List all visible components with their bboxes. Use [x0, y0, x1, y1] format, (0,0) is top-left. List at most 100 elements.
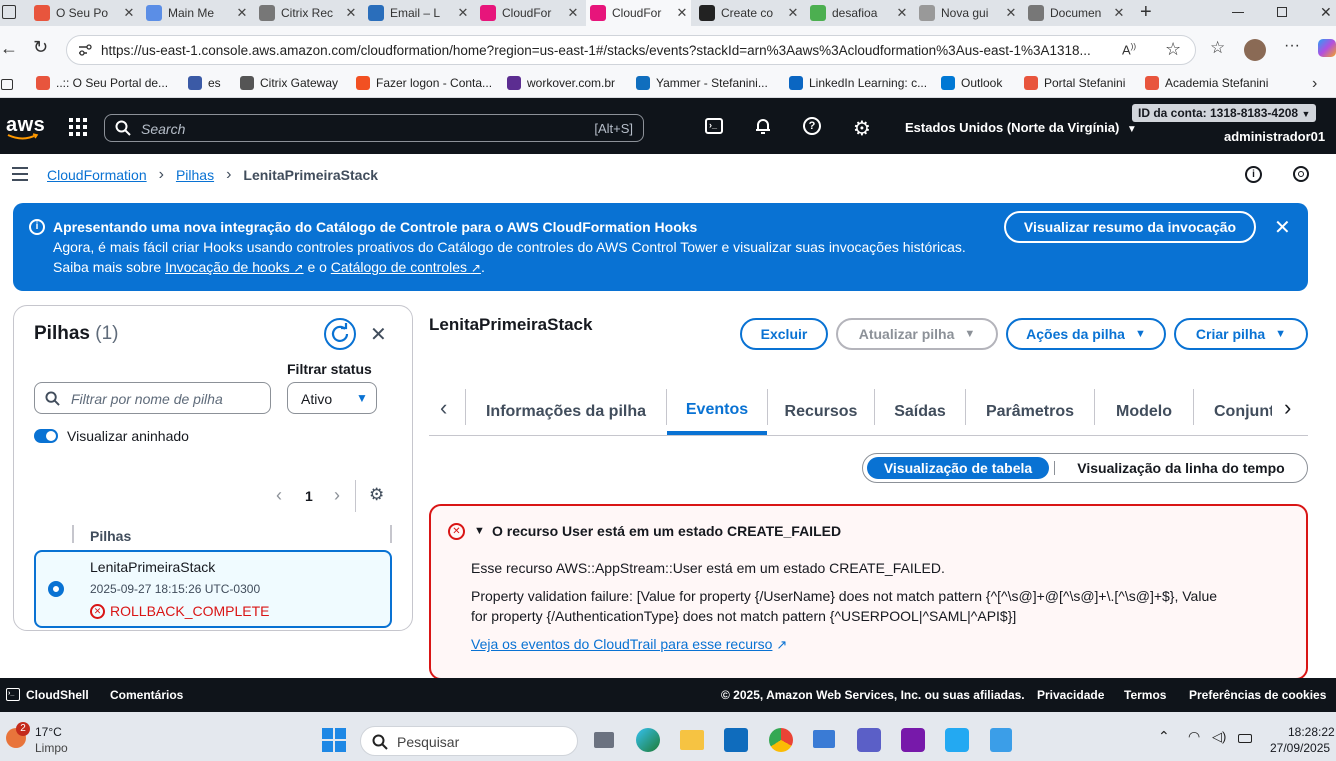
- bookmark-item[interactable]: LinkedIn Learning: c...: [789, 76, 927, 90]
- browser-tab[interactable]: Main Me ✕: [142, 0, 251, 26]
- outlook-icon[interactable]: [724, 728, 748, 752]
- cookie-preferences-link[interactable]: Preferências de cookies: [1189, 688, 1326, 702]
- tabs-scroll-left-icon[interactable]: ‹: [440, 395, 447, 421]
- services-menu-icon[interactable]: [69, 118, 87, 136]
- prev-page-icon[interactable]: ‹: [276, 485, 282, 506]
- table-view-segment[interactable]: Visualização de tabela: [867, 457, 1049, 479]
- copilot-icon[interactable]: [1318, 39, 1336, 57]
- bookmark-item[interactable]: Portal Stefanini: [1024, 76, 1125, 90]
- tab-template[interactable]: Modelo: [1095, 389, 1193, 435]
- file-explorer-icon[interactable]: [680, 730, 704, 750]
- stack-radio-selected[interactable]: [48, 581, 64, 597]
- cloudtrail-events-link[interactable]: Veja os eventos do CloudTrail para esse …: [471, 636, 787, 653]
- browser-tab[interactable]: Email – L ✕: [364, 0, 472, 26]
- tab-close-icon[interactable]: ✕: [673, 5, 691, 21]
- tab-close-icon[interactable]: ✕: [893, 5, 911, 21]
- tab-close-icon[interactable]: ✕: [342, 5, 360, 21]
- tab-close-icon[interactable]: ✕: [233, 5, 251, 21]
- tab-close-icon[interactable]: ✕: [1002, 5, 1020, 21]
- teams-icon[interactable]: [857, 728, 881, 752]
- chrome-icon[interactable]: [769, 728, 793, 752]
- terms-link[interactable]: Termos: [1124, 688, 1166, 702]
- clock-date[interactable]: 27/09/2025: [1270, 741, 1330, 755]
- account-user[interactable]: administrador01: [1224, 129, 1325, 144]
- settings-gear-icon[interactable]: ⚙: [853, 116, 871, 141]
- battery-icon[interactable]: [1238, 734, 1252, 743]
- page-number[interactable]: 1: [305, 488, 313, 504]
- vscode-icon[interactable]: [945, 728, 969, 752]
- browser-tab[interactable]: CloudFor ✕: [586, 0, 691, 26]
- tab-close-icon[interactable]: ✕: [1110, 5, 1128, 21]
- create-stack-button[interactable]: Criar pilha ▼: [1174, 318, 1308, 350]
- profile-avatar[interactable]: [1244, 39, 1266, 61]
- edge-icon[interactable]: [636, 728, 660, 752]
- task-view-icon[interactable]: [594, 732, 614, 748]
- tab-close-icon[interactable]: ✕: [784, 5, 802, 21]
- volume-icon[interactable]: ◁): [1212, 729, 1226, 745]
- info-icon[interactable]: i: [1245, 166, 1262, 183]
- browser-tab[interactable]: desafioa ✕: [806, 0, 911, 26]
- bookmark-item[interactable]: Fazer logon - Conta...: [356, 76, 492, 90]
- update-stack-button[interactable]: Atualizar pilha ▼: [836, 318, 998, 350]
- browser-tab[interactable]: CloudFor ✕: [476, 0, 582, 26]
- reload-icon[interactable]: ↻: [33, 37, 48, 58]
- notifications-bell-icon[interactable]: [754, 117, 772, 135]
- remote-desktop-icon[interactable]: [813, 730, 835, 748]
- cloudshell-link[interactable]: CloudShell: [26, 688, 89, 702]
- browser-tab[interactable]: Nova gui ✕: [915, 0, 1020, 26]
- onenote-icon[interactable]: [901, 728, 925, 752]
- minimize-icon[interactable]: [1232, 12, 1244, 13]
- hamburger-menu-icon[interactable]: [12, 167, 28, 181]
- breadcrumb-cloudformation[interactable]: CloudFormation: [47, 167, 147, 183]
- stack-name-filter-input[interactable]: Filtrar por nome de pilha: [34, 382, 271, 414]
- cloudshell-icon[interactable]: ›_: [705, 118, 723, 134]
- new-tab-button[interactable]: +: [1140, 1, 1152, 24]
- tab-outputs[interactable]: Saídas: [875, 389, 965, 435]
- bookmark-folder-icon[interactable]: [1, 79, 13, 90]
- tab-actions-icon[interactable]: [2, 5, 16, 19]
- feedback-icon[interactable]: [1293, 166, 1309, 182]
- stack-actions-button[interactable]: Ações da pilha ▼: [1006, 318, 1166, 350]
- tab-stack-info[interactable]: Informações da pilha: [466, 389, 666, 435]
- cloudshell-footer-icon[interactable]: ›_: [6, 688, 20, 701]
- start-windows-icon[interactable]: [322, 728, 346, 752]
- favorite-star-icon[interactable]: ☆: [1165, 39, 1181, 60]
- notepad-icon[interactable]: [990, 728, 1012, 752]
- close-panel-icon[interactable]: ✕: [370, 322, 387, 347]
- account-id-badge[interactable]: ID da conta: 1318-8183-4208 ▼: [1132, 104, 1317, 122]
- refresh-button[interactable]: [324, 318, 356, 350]
- url-field[interactable]: https://us-east-1.console.aws.amazon.com…: [66, 35, 1196, 65]
- site-info-icon[interactable]: [78, 44, 92, 56]
- browser-tab[interactable]: Documen ✕: [1024, 0, 1128, 26]
- comments-link[interactable]: Comentários: [110, 688, 183, 702]
- bookmark-item[interactable]: Citrix Gateway: [240, 76, 338, 90]
- tabs-scroll-right-icon[interactable]: ›: [1284, 395, 1291, 421]
- tab-close-icon[interactable]: ✕: [120, 5, 138, 21]
- browser-tab[interactable]: Create co ✕: [695, 0, 802, 26]
- delete-button[interactable]: Excluir: [740, 318, 828, 350]
- bookmarks-more-icon[interactable]: ›: [1312, 75, 1317, 93]
- stack-row[interactable]: LenitaPrimeiraStack 2025-09-27 18:15:26 …: [34, 550, 392, 628]
- bookmark-item[interactable]: ..:: O Seu Portal de...: [36, 76, 168, 90]
- controls-catalog-link[interactable]: Catálogo de controles ↗: [331, 259, 481, 275]
- privacy-link[interactable]: Privacidade: [1037, 688, 1104, 702]
- tab-events[interactable]: Eventos: [667, 389, 767, 435]
- next-page-icon[interactable]: ›: [334, 485, 340, 506]
- tray-chevron-up-icon[interactable]: ⌃: [1158, 728, 1170, 745]
- timeline-view-segment[interactable]: Visualização da linha do tempo: [1063, 457, 1299, 479]
- bookmark-item[interactable]: es: [188, 76, 221, 90]
- maximize-icon[interactable]: [1277, 7, 1287, 17]
- tab-parameters[interactable]: Parâmetros: [966, 389, 1094, 435]
- aws-logo[interactable]: aws: [6, 114, 45, 141]
- bookmark-item[interactable]: workover.com.br: [507, 76, 615, 90]
- aws-search-input[interactable]: Search [Alt+S]: [104, 114, 644, 142]
- taskbar-search-input[interactable]: Pesquisar: [360, 726, 578, 756]
- close-icon[interactable]: ✕: [1274, 215, 1291, 240]
- bookmark-item[interactable]: Academia Stefanini: [1145, 76, 1268, 90]
- expand-caret-icon[interactable]: ▼: [474, 525, 485, 537]
- tab-close-icon[interactable]: ✕: [564, 5, 582, 21]
- wifi-icon[interactable]: ◠: [1188, 728, 1200, 745]
- help-icon[interactable]: ?: [803, 117, 821, 135]
- status-filter-select[interactable]: Ativo ▼: [287, 382, 377, 414]
- clock-time[interactable]: 18:28:22: [1288, 725, 1335, 739]
